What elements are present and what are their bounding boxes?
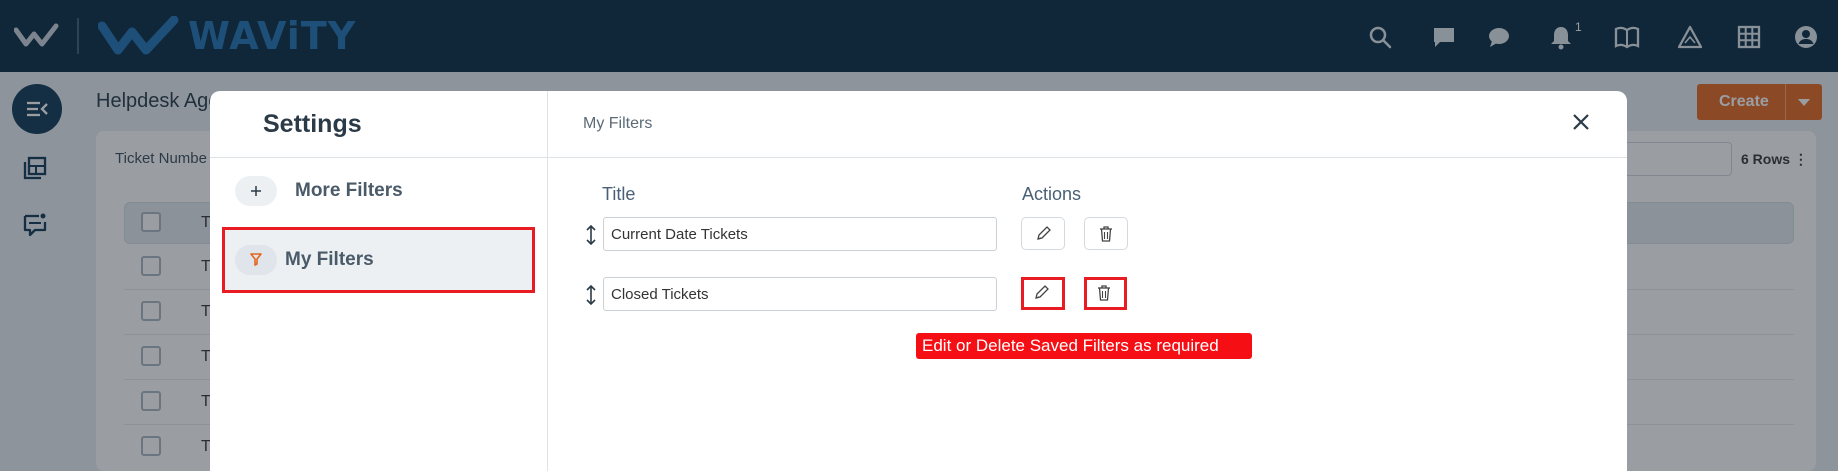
edit-filter-button[interactable] (1021, 217, 1065, 250)
delete-filter-button[interactable] (1084, 217, 1128, 250)
drag-handle-icon[interactable] (584, 224, 598, 246)
modal-column-divider (547, 91, 548, 471)
sidebar-item-more-filters[interactable]: More Filters (222, 158, 535, 224)
annotation-callout: Edit or Delete Saved Filters as required (916, 333, 1252, 359)
sidebar-item-my-filters[interactable]: My Filters (222, 227, 535, 293)
plus-icon (235, 176, 277, 206)
filter-title-input[interactable] (603, 217, 997, 251)
modal-title: Settings (263, 110, 362, 138)
filter-icon (235, 245, 277, 275)
column-header-actions: Actions (1022, 184, 1082, 204)
settings-modal: Settings My Filters More Filters My Filt… (210, 91, 1627, 471)
filter-title-input[interactable] (603, 277, 997, 311)
sidebar-item-label: My Filters (285, 249, 374, 270)
sidebar-item-label: More Filters (295, 180, 403, 201)
breadcrumb: My Filters (583, 115, 653, 132)
trash-icon (1100, 226, 1112, 242)
column-header-title: Title (602, 184, 636, 204)
delete-button-highlight (1084, 277, 1127, 310)
edit-button-highlight (1021, 277, 1065, 310)
pencil-icon (1037, 226, 1051, 240)
close-icon[interactable] (1570, 111, 1592, 133)
annotation-callout-text: Edit or Delete Saved Filters as required (922, 336, 1219, 355)
drag-handle-icon[interactable] (584, 284, 598, 306)
